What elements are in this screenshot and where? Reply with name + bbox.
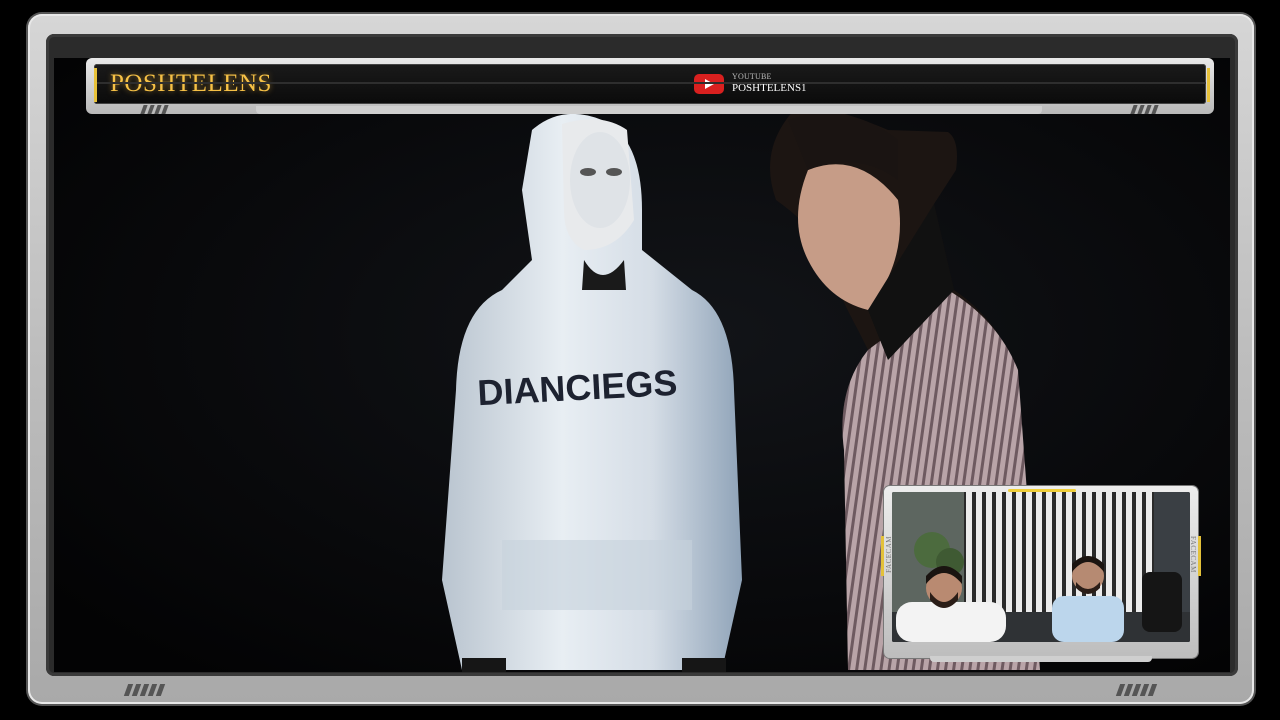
top-bar-tab [256,106,1042,114]
accent-bar-right [1207,68,1210,102]
grip-stripes-top-left [140,105,169,114]
overlay-top-bar: POSHTELENS YOUTUBE POSHTELENS1 [86,58,1214,114]
youtube-icon [694,73,724,94]
youtube-label: YOUTUBE [732,72,772,81]
facecam-video [892,492,1190,642]
facecam-accent-right [1198,536,1201,576]
facecam-accent-left [881,536,884,576]
facecam-bottom-tab [930,656,1152,662]
facecam-label-left: FACECAM [885,536,893,573]
facecam-label-right: FACECAM [1189,536,1197,573]
youtube-channel-name: POSHTELENS1 [732,82,807,94]
grip-stripes-bottom-left [123,684,166,696]
facecam-illustration [892,492,1190,642]
youtube-channel-badge: YOUTUBE POSHTELENS1 [694,73,807,94]
top-bar-screen: POSHTELENS YOUTUBE POSHTELENS1 [94,64,1206,104]
grip-stripes-bottom-right [1115,684,1158,696]
brand-title: POSHTELENS [110,70,272,97]
accent-bar-left [94,68,97,102]
facecam-panel: FACECAM FACECAM [881,486,1201,662]
grip-stripes-top-right [1130,105,1159,114]
